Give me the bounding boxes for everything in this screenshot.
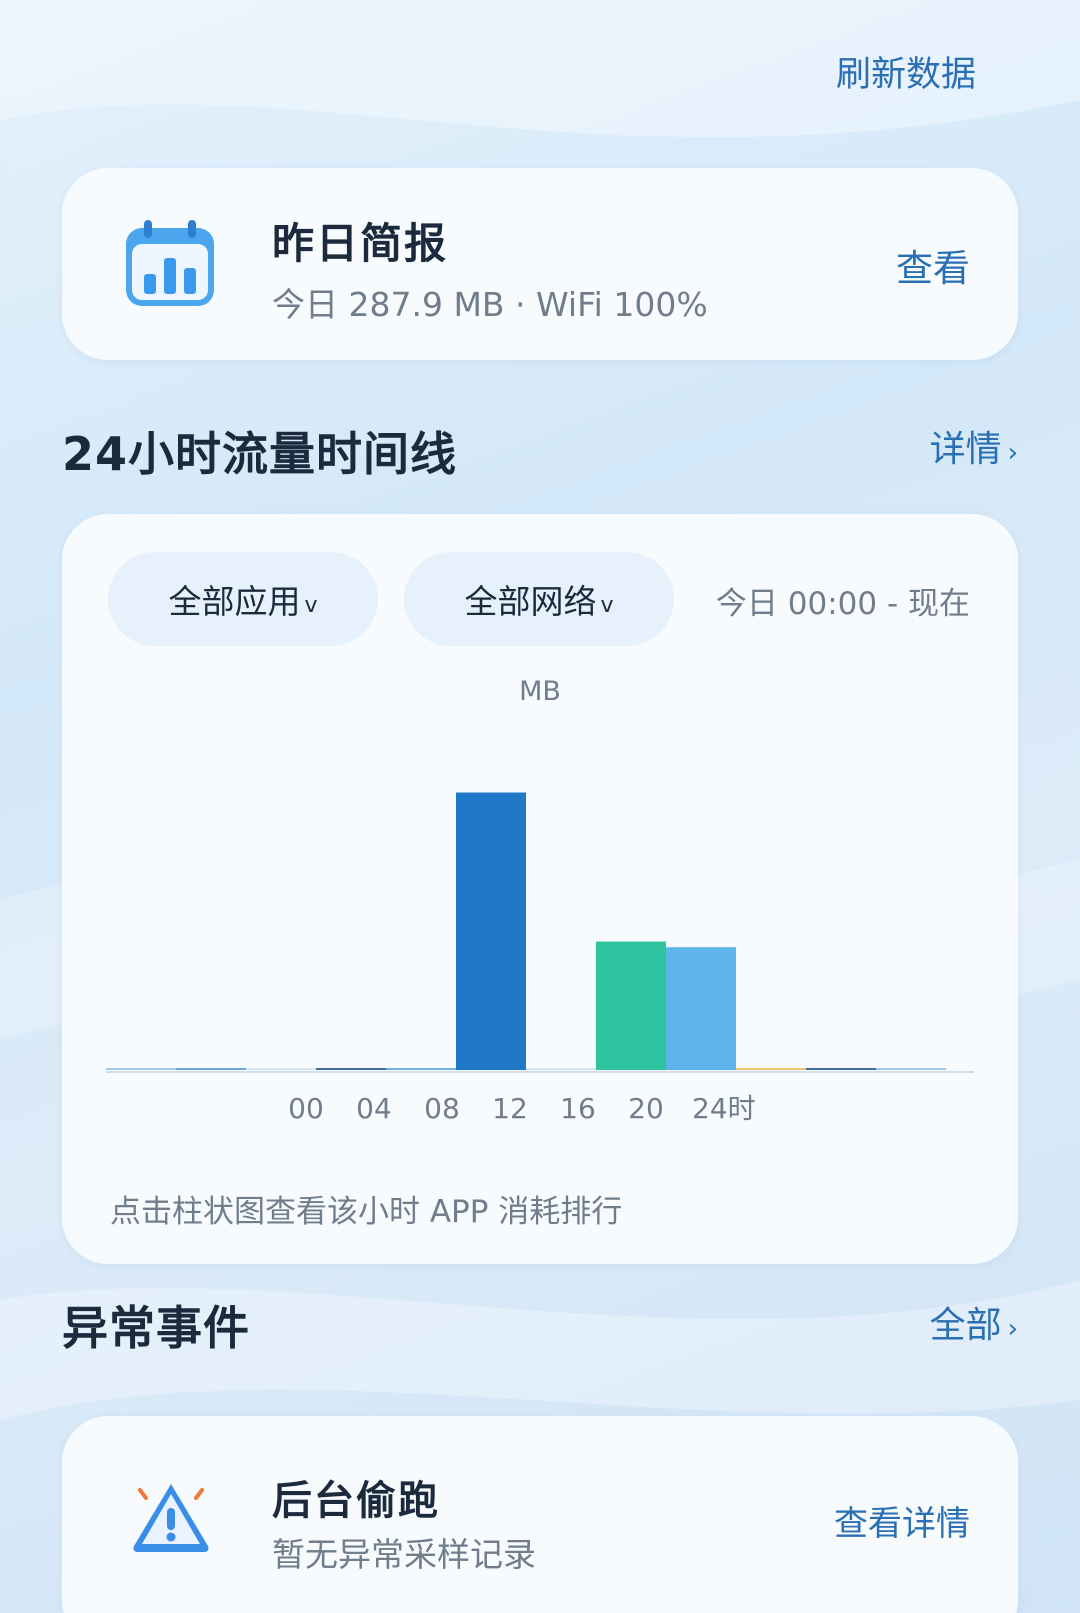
- anomaly-item-title: 后台偷跑: [272, 1478, 440, 1524]
- bar-14-16[interactable]: [596, 941, 666, 1070]
- anomaly-item-subtitle: 暂无异常采样记录: [272, 1535, 536, 1574]
- x-tick-label: 08: [424, 1092, 460, 1125]
- x-tick-label: 00: [288, 1092, 324, 1125]
- avatar-peek-icon: [862, 0, 962, 10]
- brief-subtitle: 今日 287.9 MB · WiFi 100%: [272, 285, 708, 324]
- bar-00-02[interactable]: [106, 1068, 176, 1070]
- bar-02-04[interactable]: [176, 1068, 246, 1070]
- x-tick-label: 04: [356, 1092, 392, 1125]
- x-tick-label: 16: [560, 1092, 596, 1125]
- anomaly-view-details-button[interactable]: 查看详情: [834, 1496, 970, 1545]
- x-tick-label: 24时: [692, 1092, 756, 1125]
- bar-06-08[interactable]: [316, 1068, 386, 1070]
- timeline-detail-label: 详情: [929, 429, 1002, 470]
- bar-22-24[interactable]: [876, 1068, 946, 1070]
- timeline-detail-link[interactable]: 详情 ›: [930, 420, 1018, 472]
- timeline-section-title: 24小时流量时间线: [62, 427, 458, 481]
- bar-10-12[interactable]: [456, 792, 526, 1071]
- hourly-traffic-chart[interactable]: MB 00 04 08 12 16 20 24时: [62, 514, 1018, 1174]
- background-run-card[interactable]: 后台偷跑 暂无异常采样记录 查看详情: [62, 1416, 1018, 1613]
- chart-hint-text: 点击柱状图查看该小时 APP 消耗排行: [110, 1194, 623, 1230]
- bar-04-06[interactable]: [246, 1068, 316, 1070]
- anomaly-all-label: 全部: [929, 1305, 1002, 1346]
- bar-18-20[interactable]: [736, 1068, 806, 1070]
- refresh-data-button[interactable]: 刷新数据: [836, 46, 976, 97]
- bar-20-22[interactable]: [806, 1068, 876, 1070]
- bar-16-18[interactable]: [666, 947, 736, 1070]
- warning-icon: [133, 1484, 209, 1552]
- anomaly-all-link[interactable]: 全部 ›: [930, 1296, 1018, 1348]
- y-axis-label: MB: [519, 676, 561, 707]
- bar-08-10[interactable]: [386, 1068, 456, 1070]
- chevron-right-icon: ›: [1007, 1314, 1018, 1344]
- timeline-chart-card: 全部应用 v 全部网络 v 今日 00:00 - 现在 MB 00 04 08 12 16 2…: [62, 514, 1018, 1264]
- daily-brief-card[interactable]: 昨日简报 今日 287.9 MB · WiFi 100% 查看: [62, 168, 1018, 360]
- brief-view-button[interactable]: 查看: [896, 238, 970, 292]
- anomaly-section-title: 异常事件: [62, 1301, 250, 1355]
- x-tick-label: 20: [628, 1092, 664, 1125]
- brief-title: 昨日简报: [272, 219, 449, 268]
- calendar-chart-icon: [126, 220, 214, 306]
- x-tick-label: 12: [492, 1092, 528, 1125]
- chevron-right-icon: ›: [1007, 438, 1018, 468]
- bar-12-14[interactable]: [526, 1068, 596, 1070]
